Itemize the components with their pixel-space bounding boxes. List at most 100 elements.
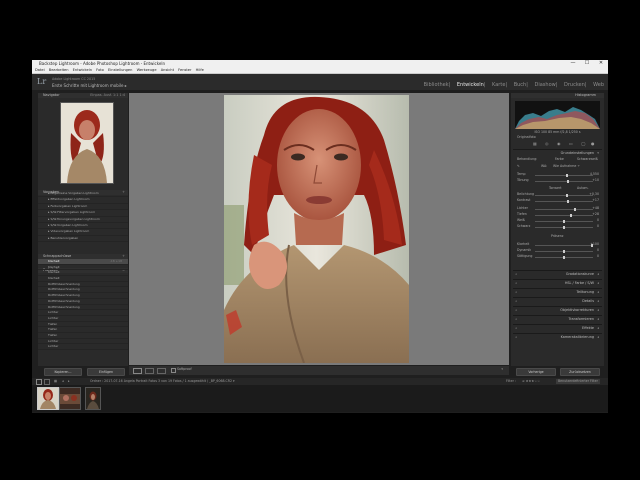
slider-knob[interactable] (574, 208, 577, 211)
loupe-view-icon[interactable] (133, 368, 142, 374)
grid-view-icon[interactable]: ▦ (54, 378, 57, 385)
slider-value[interactable]: +48 (592, 206, 599, 210)
slider-knob[interactable] (565, 194, 568, 197)
treatment-color-button[interactable]: Farbe (555, 157, 564, 161)
split-toning-section[interactable]: ◂ Teiltonung ◂ (513, 288, 602, 295)
slider-knob[interactable] (563, 256, 565, 259)
navigator-preview[interactable] (60, 102, 114, 184)
back-arrow-icon[interactable]: ◂ (62, 378, 64, 385)
previous-button[interactable]: Vorherige (516, 368, 556, 376)
slider-value[interactable]: 0 (597, 218, 599, 222)
close-button[interactable]: ✕ (594, 60, 608, 67)
slider-knob[interactable] (563, 220, 565, 223)
photo-canvas[interactable] (129, 93, 509, 365)
slider-track[interactable] (535, 250, 593, 253)
slider-knob[interactable] (563, 250, 565, 253)
slider-value[interactable]: 0 (597, 254, 599, 258)
auto-tone-button[interactable]: Autom. (577, 186, 589, 190)
filmstrip-source-path[interactable]: Ordner : 2017-07-16 Angela Portrait Foto… (90, 378, 235, 385)
module-develop[interactable]: Entwickeln (457, 82, 484, 88)
slider-value[interactable]: 0 (597, 224, 599, 228)
copy-button[interactable]: Kopieren... (44, 368, 82, 376)
lens-corrections-section[interactable]: ◂ Objektivkorrekturen ◂ (513, 306, 602, 313)
graduated-filter-icon[interactable]: ▭ (569, 141, 573, 146)
wb-select[interactable]: Wie Aufnahme ÷ (553, 164, 580, 168)
transform-section[interactable]: ◂ Transformieren ◂ (513, 315, 602, 322)
toolbar-menu-icon[interactable]: ▾ (501, 367, 503, 371)
filmstrip-thumb[interactable] (85, 387, 101, 410)
forward-arrow-icon[interactable]: ▸ (68, 378, 70, 385)
module-slideshow[interactable]: Diashow (535, 82, 556, 88)
slider-knob[interactable] (563, 226, 565, 229)
maximize-button[interactable]: ☐ (580, 60, 594, 67)
histogram-header[interactable]: Histogramm (511, 93, 604, 98)
slider-knob[interactable] (567, 200, 570, 203)
menu-edit[interactable]: Bearbeiten (49, 68, 69, 72)
filmstrip-thumb-selected[interactable] (37, 387, 59, 410)
slider-knob[interactable] (569, 214, 572, 217)
slider-value[interactable]: +0,30 (589, 192, 599, 196)
paste-button[interactable]: Einfügen (87, 368, 125, 376)
navigator-zoom-options[interactable]: Einpas. Ausf. 1:1 1:4 (90, 93, 125, 98)
slider-track[interactable] (535, 226, 593, 229)
slider-track[interactable] (535, 244, 593, 247)
slider-track[interactable] (535, 180, 593, 183)
adjustment-brush-icon[interactable]: ● (591, 141, 595, 146)
minimize-button[interactable]: — (566, 60, 580, 67)
slider-value[interactable]: 4.550 (590, 172, 599, 176)
slider-value[interactable]: +28 (592, 212, 599, 216)
menu-develop[interactable]: Entwickeln (73, 68, 92, 72)
slider-value[interactable]: +10 (592, 178, 599, 182)
radial-filter-icon[interactable]: ◯ (581, 141, 585, 146)
red-eye-icon[interactable]: ◉ (557, 141, 561, 146)
rating-filter-stars[interactable]: ≥ ★★★☆☆ (522, 378, 540, 385)
effects-section[interactable]: ◂ Effekte ◂ (513, 324, 602, 331)
crop-tool-icon[interactable]: ▦ (533, 141, 537, 146)
menu-view[interactable]: Ansicht (161, 68, 174, 72)
getting-started-link[interactable]: Erste Schritte mit Lightroom mobile ▸ (52, 83, 127, 88)
menu-photo[interactable]: Foto (96, 68, 104, 72)
camera-calibration-section[interactable]: ◂ Kamerakalibrierung ◂ (513, 333, 602, 340)
menu-file[interactable]: Datei (35, 68, 45, 72)
filter-select[interactable]: Benutzerdefinierter Filter (556, 379, 600, 384)
slider-track[interactable] (535, 174, 593, 177)
module-book[interactable]: Buch (514, 82, 527, 88)
slider-track[interactable] (535, 256, 593, 259)
preset-folder[interactable]: ▸ Benutzervorgaben (38, 236, 128, 243)
navigator-header[interactable]: Navigator Einpas. Ausf. 1:1 1:4 (38, 93, 128, 98)
histogram[interactable] (515, 101, 600, 129)
menu-help[interactable]: Hilfe (196, 68, 204, 72)
spot-removal-icon[interactable]: ◎ (545, 141, 549, 146)
history-item[interactable]: Lichter (38, 344, 128, 350)
menu-window[interactable]: Fenster (178, 68, 191, 72)
slider-track[interactable] (535, 194, 593, 197)
module-print[interactable]: Drucken (564, 82, 585, 88)
slider-knob[interactable] (565, 174, 568, 177)
tone-curve-section[interactable]: ◂ Gradationskurve ◂ (513, 270, 602, 277)
slider-knob[interactable] (567, 180, 570, 183)
slider-value[interactable]: +100 (590, 242, 599, 246)
slider-track[interactable] (535, 200, 593, 203)
softproof-checkbox[interactable] (171, 368, 176, 373)
menu-tools[interactable]: Werkzeuge (137, 68, 157, 72)
hsl-section[interactable]: ◂ HSL / Farbe / S/W ◂ (513, 279, 602, 286)
slider-track[interactable] (535, 220, 593, 223)
slider-label: Lichter (517, 206, 528, 210)
slider-value[interactable]: 0 (597, 248, 599, 252)
detail-section[interactable]: ◂ Details ◂ (513, 297, 602, 304)
menu-settings[interactable]: Einstellungen (108, 68, 132, 72)
eyedropper-icon[interactable]: ✎ (517, 164, 520, 168)
slider-track[interactable] (535, 214, 593, 217)
slider-track[interactable] (535, 208, 593, 211)
module-web[interactable]: Web (593, 82, 604, 88)
before-after-icon[interactable] (145, 368, 154, 374)
filmstrip-thumb[interactable] (59, 387, 81, 410)
slider-label: Dynamik (517, 248, 532, 252)
basic-section-header[interactable]: Grundeinstellungen ▾ (513, 149, 602, 156)
reset-button[interactable]: Zurücksetzen (560, 368, 600, 376)
module-library[interactable]: Bibliothek (424, 82, 449, 88)
before-after-split-icon[interactable] (157, 368, 166, 374)
slider-value[interactable]: +17 (592, 198, 599, 202)
module-map[interactable]: Karte (492, 82, 505, 88)
treatment-bw-button[interactable]: Schwarzweiß (577, 157, 598, 161)
